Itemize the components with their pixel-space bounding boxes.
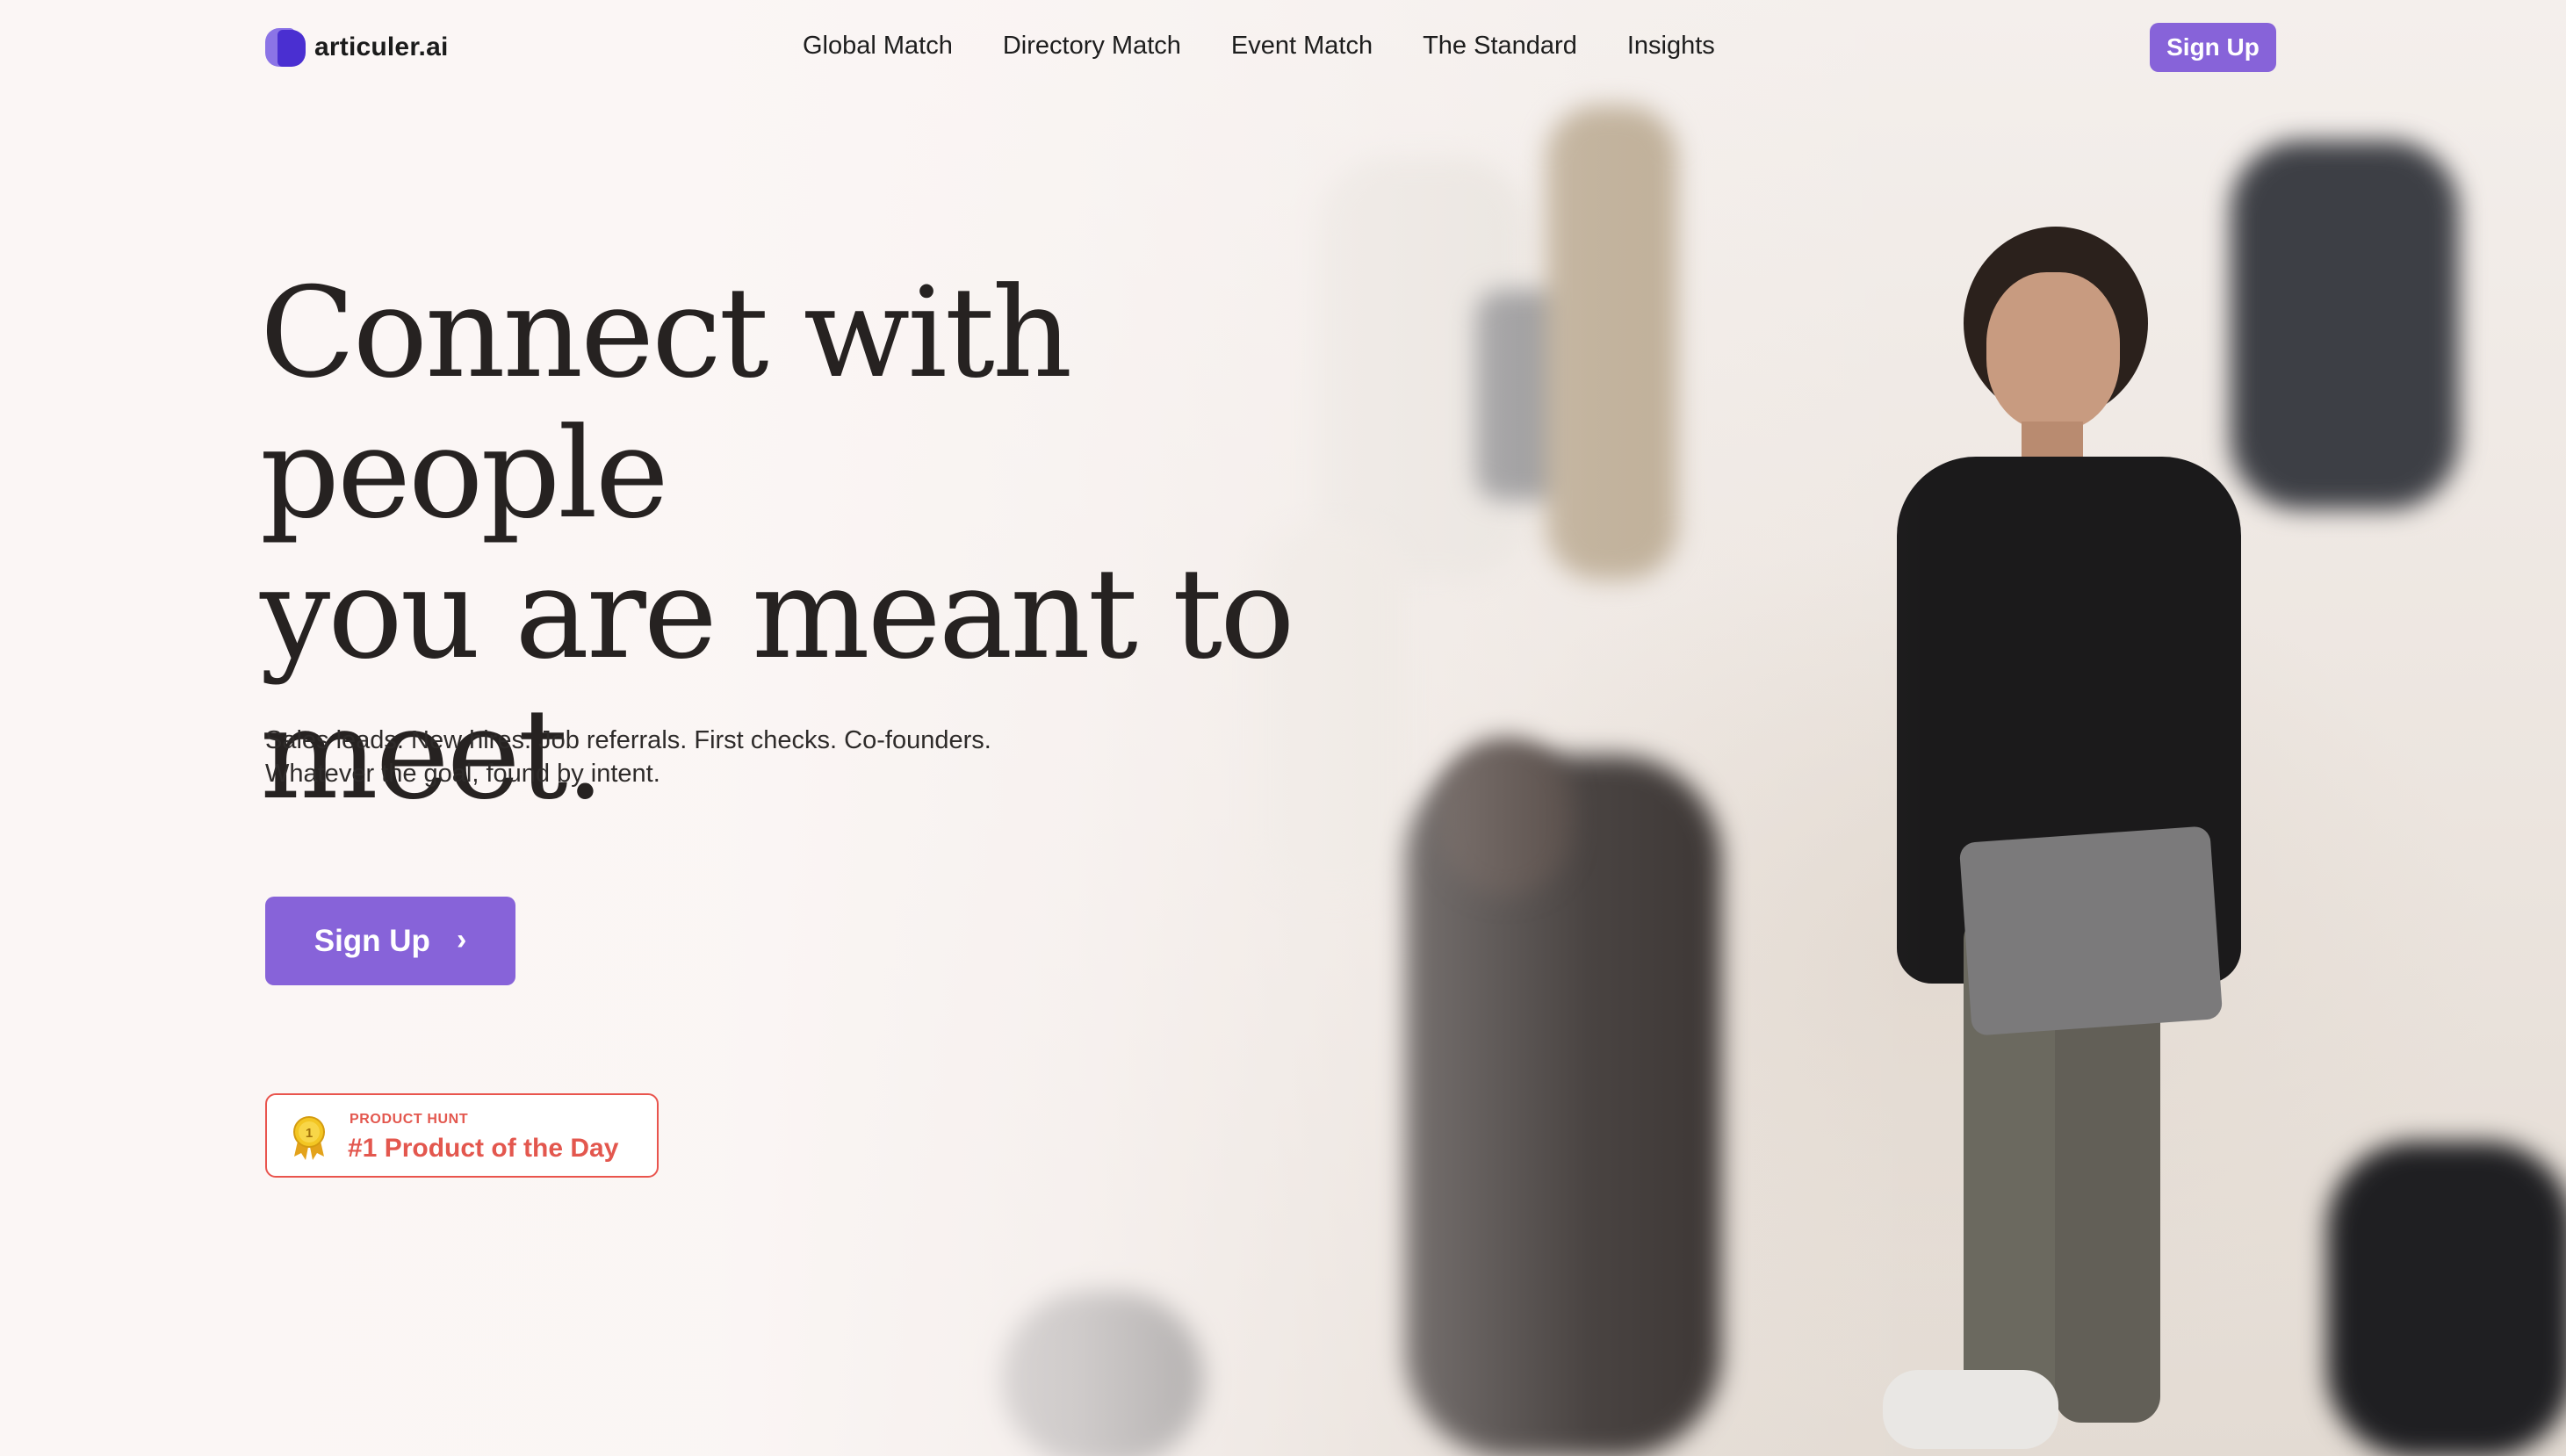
hero-subtitle-line-2: Whatever the goal, found by intent.	[265, 760, 660, 788]
top-navigation: articuler.ai Global Match Directory Matc…	[0, 0, 2566, 97]
brand-name: articuler.ai	[314, 32, 449, 61]
nav-sign-up-button[interactable]: Sign Up	[2150, 23, 2276, 72]
hero-subtitle-line-1: Sales leads. New hires. Job referrals. F…	[265, 726, 991, 754]
product-hunt-title: #1 Product of the Day	[348, 1134, 619, 1163]
nav-link-directory-match[interactable]: Directory Match	[1003, 32, 1181, 61]
chevron-right-icon: ›	[456, 922, 467, 956]
nav-link-event-match[interactable]: Event Match	[1231, 32, 1373, 61]
hero-headline-line-2: you are meant to	[260, 542, 1295, 687]
hero-headline-line-1: Connect with people	[260, 261, 1072, 546]
hero-sign-up-button[interactable]: Sign Up ›	[265, 897, 515, 985]
landing-page: articuler.ai Global Match Directory Matc…	[0, 0, 2566, 1456]
logo-icon	[265, 28, 306, 67]
nav-links: Global Match Directory Match Event Match…	[803, 32, 1715, 61]
hero-sign-up-label: Sign Up	[314, 923, 430, 958]
brand-logo[interactable]: articuler.ai	[265, 28, 449, 67]
product-hunt-badge[interactable]: 1 PRODUCT HUNT #1 Product of the Day	[265, 1093, 659, 1178]
hero-subtitle: Sales leads. New hires. Job referrals. F…	[265, 724, 1143, 790]
product-hunt-kicker: PRODUCT HUNT	[350, 1112, 469, 1127]
nav-link-insights[interactable]: Insights	[1627, 32, 1715, 61]
nav-link-global-match[interactable]: Global Match	[803, 32, 953, 61]
medal-number: 1	[306, 1126, 313, 1141]
medal-icon: 1	[293, 1116, 325, 1160]
nav-link-the-standard[interactable]: The Standard	[1423, 32, 1577, 61]
